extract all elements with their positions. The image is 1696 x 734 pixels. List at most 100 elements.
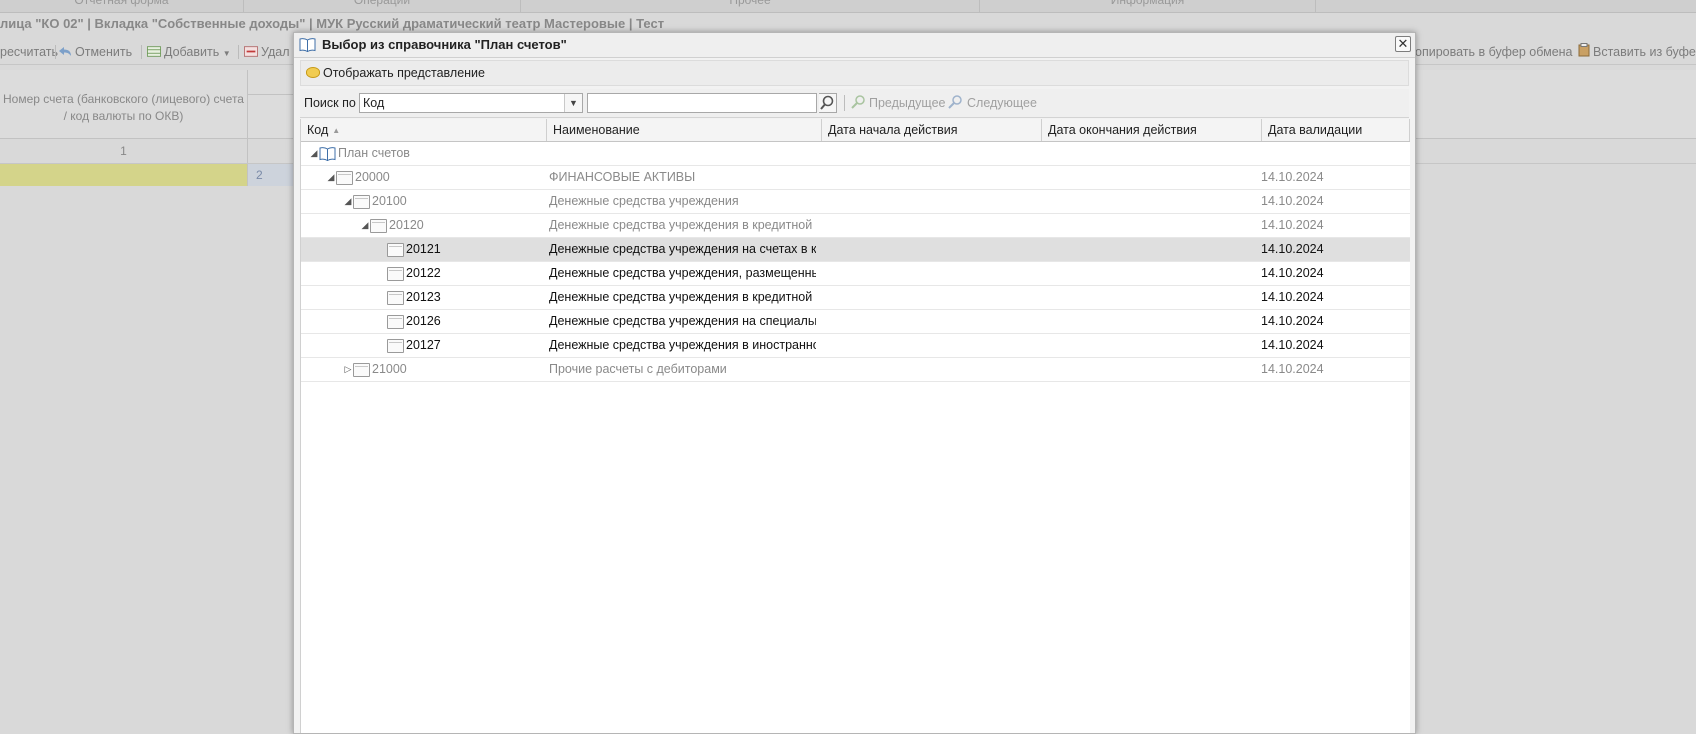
tree-row[interactable]: ◢ 20000 ФИНАНСОВЫЕ АКТИВЫ 14.10.2024 xyxy=(301,166,1410,190)
search-input[interactable] xyxy=(587,93,817,113)
tree-collapse-icon[interactable]: ◢ xyxy=(326,166,336,189)
recalculate-button[interactable]: ресчитать xyxy=(0,40,58,64)
code-label: 20121 xyxy=(406,242,441,256)
cell-validation-date: 14.10.2024 xyxy=(1261,266,1324,280)
search-icon xyxy=(820,95,834,110)
tree-row[interactable]: 20121 Денежные средства учреждения на сче… xyxy=(301,238,1410,262)
cancel-button[interactable]: Отменить xyxy=(58,40,132,64)
cell-validation-date xyxy=(1257,142,1410,165)
close-button[interactable]: ✕ xyxy=(1395,36,1411,52)
folder-icon xyxy=(336,171,353,185)
background-column-number: 1 xyxy=(0,139,248,163)
background-data-row[interactable]: 2 xyxy=(0,164,294,186)
cell-name: Денежные средства учреждения, размещенны… xyxy=(549,266,816,280)
background-tab[interactable]: Отчетная форма xyxy=(0,0,244,12)
tree-expand-icon[interactable]: ▷ xyxy=(343,358,353,381)
tree-collapse-icon[interactable]: ◢ xyxy=(343,190,353,213)
cell-validation-date: 14.10.2024 xyxy=(1261,290,1324,304)
dialog-header[interactable]: Выбор из справочника "План счетов" ✕ xyxy=(294,33,1415,58)
copy-to-clipboard-button[interactable]: опировать в буфер обмена xyxy=(1415,40,1573,64)
folder-icon xyxy=(387,339,404,353)
cell-start-date xyxy=(817,142,1036,165)
tree-row[interactable]: 20123 Денежные средства учреждения в кред… xyxy=(301,286,1410,310)
cell-name xyxy=(547,142,816,165)
background-tab[interactable]: Прочее xyxy=(521,0,980,12)
cell-code: ◢ 20000 xyxy=(301,166,546,189)
background-column-header: Номер счета (банковского (лицевого) счет… xyxy=(0,70,248,138)
cell-validation-date: 14.10.2024 xyxy=(1261,338,1324,352)
cell-code: ◢ 20120 xyxy=(301,214,546,237)
cell-name: Денежные средства учреждения на счетах в… xyxy=(549,242,816,256)
book-icon xyxy=(299,38,316,52)
add-button[interactable]: Добавить ▼ xyxy=(147,40,231,64)
column-header-name[interactable]: Наименование xyxy=(547,119,822,141)
tree-row[interactable]: ◢ 20120 Денежные средства учреждения в кре… xyxy=(301,214,1410,238)
cell-start-date xyxy=(817,310,1036,333)
recalculate-label: ресчитать xyxy=(0,45,59,59)
chevron-down-icon[interactable]: ▼ xyxy=(564,94,582,112)
background-tab-strip: Отчетная форма Операции Прочее Информаци… xyxy=(0,0,1696,13)
background-tab[interactable]: Информация xyxy=(980,0,1316,12)
cell-end-date xyxy=(1037,286,1256,309)
tree-row[interactable]: 20127 Денежные средства учреждения в инос… xyxy=(301,334,1410,358)
tree-collapse-icon[interactable]: ◢ xyxy=(309,142,319,165)
background-column-number-row: 1 xyxy=(0,139,294,164)
column-header-end-date-label: Дата окончания действия xyxy=(1048,123,1197,137)
column-header-name-label: Наименование xyxy=(553,123,640,137)
code-label: 20123 xyxy=(406,290,441,304)
tree-row[interactable]: 20122 Денежные средства учреждения, разме… xyxy=(301,262,1410,286)
toolbar-separator xyxy=(844,95,845,111)
tree-row[interactable]: ◢ 20100 Денежные средства учреждения 14.10.… xyxy=(301,190,1410,214)
column-header-code[interactable]: Код ▲ xyxy=(301,119,547,141)
tree-collapse-icon[interactable]: ◢ xyxy=(360,214,370,237)
background-column-header-text: Номер счета (банковского (лицевого) счет… xyxy=(3,92,244,123)
background-row-number: 2 xyxy=(248,164,294,186)
cell-name: Денежные средства учреждения xyxy=(549,194,739,208)
cell-end-date xyxy=(1037,238,1256,261)
cell-name: Денежные средства учреждения в кредитной… xyxy=(549,290,816,304)
tree-row[interactable]: ◢ План счетов xyxy=(301,142,1410,166)
find-next-icon xyxy=(948,95,962,109)
delete-button[interactable]: Удал xyxy=(244,40,290,64)
column-header-validation-date[interactable]: Дата валидации xyxy=(1262,119,1410,141)
cell-name: Денежные средства учреждения в кредитной… xyxy=(549,218,816,232)
cell-start-date xyxy=(817,166,1036,189)
toolbar-separator xyxy=(141,45,142,59)
background-grid-header-right xyxy=(1414,70,1696,139)
code-label: 21000 xyxy=(372,362,407,376)
view-toolbar: Отображать представление xyxy=(300,60,1409,86)
paste-from-clipboard-button[interactable]: Вставить из буфер xyxy=(1578,40,1696,64)
column-header-end-date[interactable]: Дата окончания действия xyxy=(1042,119,1262,141)
cell-name: ФИНАНСОВЫЕ АКТИВЫ xyxy=(549,170,696,184)
clipboard-icon xyxy=(1578,43,1590,57)
previous-label: Предыдущее xyxy=(869,96,946,110)
cell-end-date xyxy=(1037,166,1256,189)
folder-icon xyxy=(387,243,404,257)
background-breadcrumb-title: лица "КО 02" | Вкладка "Собственные дохо… xyxy=(0,16,665,31)
cell-start-date xyxy=(817,214,1036,237)
sort-ascending-icon: ▲ xyxy=(332,126,341,135)
show-representation-label: Отображать представление xyxy=(323,66,485,80)
tree-row[interactable]: 20126 Денежные средства учреждения на спе… xyxy=(301,310,1410,334)
next-button[interactable]: Следующее xyxy=(948,89,1037,117)
grid-header: Код ▲ Наименование Дата начала действия Д… xyxy=(301,119,1410,142)
search-button[interactable] xyxy=(819,93,837,113)
background-highlighted-cell[interactable] xyxy=(0,164,248,186)
cell-start-date xyxy=(817,262,1036,285)
cell-end-date xyxy=(1037,214,1256,237)
code-label: План счетов xyxy=(338,146,410,160)
column-header-start-date[interactable]: Дата начала действия xyxy=(822,119,1042,141)
tree-row[interactable]: ▷ 21000 Прочие расчеты с дебиторами 14.10.2… xyxy=(301,358,1410,382)
code-label: 20127 xyxy=(406,338,441,352)
cancel-label: Отменить xyxy=(75,45,133,59)
undo-arrow-icon xyxy=(59,47,71,56)
previous-button[interactable]: Предыдущее xyxy=(850,89,945,117)
background-tab[interactable]: Операции xyxy=(244,0,521,12)
book-icon xyxy=(319,147,336,161)
code-label: 20122 xyxy=(406,266,441,280)
cell-validation-date: 14.10.2024 xyxy=(1261,218,1324,232)
add-row-icon xyxy=(147,46,161,57)
search-field-select[interactable]: Код ▼ xyxy=(359,93,583,113)
close-icon: ✕ xyxy=(1397,36,1409,51)
show-representation-button[interactable]: Отображать представление xyxy=(306,61,485,85)
